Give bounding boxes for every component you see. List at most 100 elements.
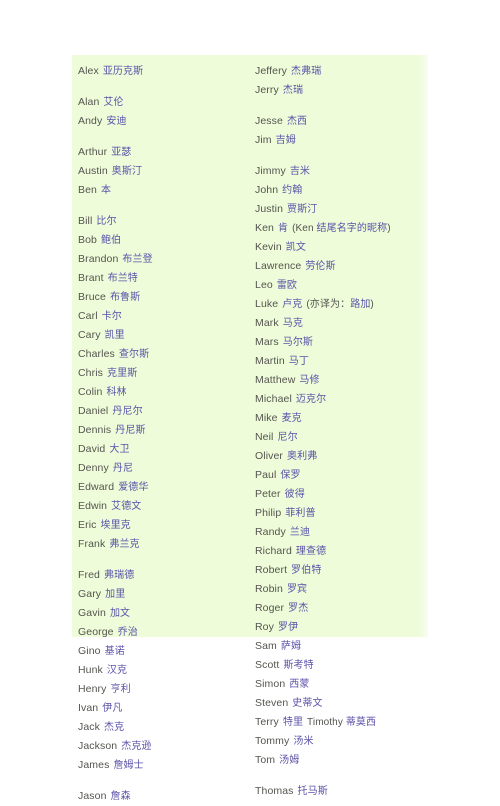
name-chinese[interactable]: 杰西 <box>287 116 307 127</box>
name-note-chinese[interactable]: 蒂莫西 <box>346 717 376 728</box>
name-chinese[interactable]: 爱德华 <box>118 482 148 493</box>
name-english: Bruce <box>78 291 106 303</box>
name-chinese[interactable]: 贾斯汀 <box>287 204 317 215</box>
name-chinese[interactable]: 吉姆 <box>276 135 296 146</box>
name-english: Brant <box>78 272 104 284</box>
name-entry: Dennis 丹尼斯 <box>78 421 250 440</box>
name-chinese[interactable]: 杰克逊 <box>121 741 151 752</box>
name-entry: Jack 杰克 <box>78 718 250 737</box>
name-chinese[interactable]: 汉克 <box>107 665 127 676</box>
name-chinese[interactable]: 马尔斯 <box>283 337 313 348</box>
name-chinese[interactable]: 安迪 <box>106 116 126 127</box>
name-chinese[interactable]: 斯考特 <box>283 660 313 671</box>
name-chinese[interactable]: 比尔 <box>96 216 116 227</box>
name-chinese[interactable]: 詹森 <box>111 791 131 802</box>
name-note-chinese[interactable]: 路加 <box>350 299 370 310</box>
name-chinese[interactable]: 杰克 <box>104 722 124 733</box>
name-chinese[interactable]: 理查德 <box>296 546 326 557</box>
name-chinese[interactable]: 布鲁斯 <box>110 292 140 303</box>
name-english: Gavin <box>78 607 106 619</box>
name-chinese[interactable]: 布兰特 <box>108 273 138 284</box>
name-chinese[interactable]: 萨姆 <box>281 641 301 652</box>
name-chinese[interactable]: 史蒂文 <box>292 698 322 709</box>
name-chinese[interactable]: 凯里 <box>105 330 125 341</box>
name-chinese[interactable]: 肯 <box>278 223 288 234</box>
name-chinese[interactable]: 卡尔 <box>102 311 122 322</box>
name-chinese[interactable]: 罗杰 <box>288 603 308 614</box>
name-chinese[interactable]: 艾伦 <box>103 97 123 108</box>
name-chinese[interactable]: 凯文 <box>286 242 306 253</box>
name-english: Jason <box>78 790 107 802</box>
name-english: Edwin <box>78 500 108 512</box>
name-chinese[interactable]: 查尔斯 <box>119 349 149 360</box>
name-chinese[interactable]: 大卫 <box>109 444 129 455</box>
name-chinese[interactable]: 罗宾 <box>287 584 307 595</box>
name-chinese[interactable]: 罗伊 <box>278 622 298 633</box>
name-entry: Daniel 丹尼尔 <box>78 402 250 421</box>
name-english: Colin <box>78 386 103 398</box>
name-chinese[interactable]: 罗伯特 <box>291 565 321 576</box>
name-chinese[interactable]: 鲍伯 <box>101 235 121 246</box>
name-entry: Sam 萨姆 <box>255 637 428 656</box>
name-chinese[interactable]: 奥利弗 <box>287 451 317 462</box>
name-chinese[interactable]: 科林 <box>106 387 126 398</box>
name-chinese[interactable]: 加文 <box>110 608 130 619</box>
name-chinese[interactable]: 加里 <box>105 589 125 600</box>
name-chinese[interactable]: 乔治 <box>118 627 138 638</box>
name-chinese[interactable]: 丹尼尔 <box>112 406 142 417</box>
name-entry: Thomas 托马斯 <box>255 782 428 801</box>
name-chinese[interactable]: 托马斯 <box>298 786 328 797</box>
page-root: Alex 亚历克斯 Alan 艾伦 Andy 安迪 Arthur 亚瑟 Austin 奥斯汀 Ben… <box>0 0 500 803</box>
name-chinese[interactable]: 彼得 <box>285 489 305 500</box>
name-chinese[interactable]: 杰弗瑞 <box>291 66 321 77</box>
name-chinese[interactable]: 雷欧 <box>277 280 297 291</box>
name-chinese[interactable]: 汤米 <box>293 736 313 747</box>
name-entry: Terry 特里 Timothy 蒂莫西 <box>255 713 428 732</box>
name-note-prefix: (Ken <box>292 223 317 234</box>
name-list-columns: Alex 亚历克斯 Alan 艾伦 Andy 安迪 Arthur 亚瑟 Austin 奥斯汀 Ben… <box>72 55 428 803</box>
name-chinese[interactable]: 马克 <box>283 318 303 329</box>
name-chinese[interactable]: 亚历克斯 <box>103 66 143 77</box>
name-chinese[interactable]: 基诺 <box>105 646 125 657</box>
name-chinese[interactable]: 迈克尔 <box>296 394 326 405</box>
name-chinese[interactable]: 杰瑞 <box>283 85 303 96</box>
name-chinese[interactable]: 布兰登 <box>122 254 152 265</box>
name-chinese[interactable]: 詹姆士 <box>113 760 143 771</box>
name-chinese[interactable]: 西蒙 <box>289 679 309 690</box>
name-chinese[interactable]: 马修 <box>299 375 319 386</box>
name-chinese[interactable]: 亨利 <box>111 684 131 695</box>
name-english: Jimmy <box>255 165 286 177</box>
name-entry: Steven 史蒂文 <box>255 694 428 713</box>
name-chinese[interactable]: 丹尼斯 <box>115 425 145 436</box>
name-chinese[interactable]: 丹尼 <box>113 463 133 474</box>
name-english: Daniel <box>78 405 109 417</box>
name-chinese[interactable]: 菲利普 <box>285 508 315 519</box>
name-chinese[interactable]: 汤姆 <box>279 755 299 766</box>
name-chinese[interactable]: 弗瑞德 <box>104 570 134 581</box>
name-chinese[interactable]: 兰迪 <box>290 527 310 538</box>
name-chinese[interactable]: 特里 <box>283 717 303 728</box>
name-chinese[interactable]: 埃里克 <box>100 520 130 531</box>
name-chinese[interactable]: 艾德文 <box>111 501 141 512</box>
name-chinese[interactable]: 弗兰克 <box>109 539 139 550</box>
name-note-chinese[interactable]: 结尾名字的昵称 <box>317 223 388 234</box>
name-chinese[interactable]: 劳伦斯 <box>305 261 335 272</box>
name-entry: Tom 汤姆 <box>255 751 428 770</box>
name-chinese[interactable]: 吉米 <box>290 166 310 177</box>
name-entry: Philip 菲利普 <box>255 504 428 523</box>
name-english: Roger <box>255 602 285 614</box>
name-chinese[interactable]: 约翰 <box>282 185 302 196</box>
name-chinese[interactable]: 伊凡 <box>102 703 122 714</box>
name-chinese[interactable]: 马丁 <box>289 356 309 367</box>
name-english: Scott <box>255 659 280 671</box>
name-chinese[interactable]: 保罗 <box>280 470 300 481</box>
name-chinese[interactable]: 克里斯 <box>107 368 137 379</box>
name-chinese[interactable]: 亚瑟 <box>111 147 131 158</box>
name-chinese[interactable]: 尼尔 <box>278 432 298 443</box>
name-chinese[interactable]: 麦克 <box>282 413 302 424</box>
name-chinese[interactable]: 本 <box>101 185 111 196</box>
name-entry: Ivan 伊凡 <box>78 699 250 718</box>
name-chinese[interactable]: 卢克 <box>282 299 302 310</box>
name-english: Sam <box>255 640 277 652</box>
name-chinese[interactable]: 奥斯汀 <box>112 166 142 177</box>
